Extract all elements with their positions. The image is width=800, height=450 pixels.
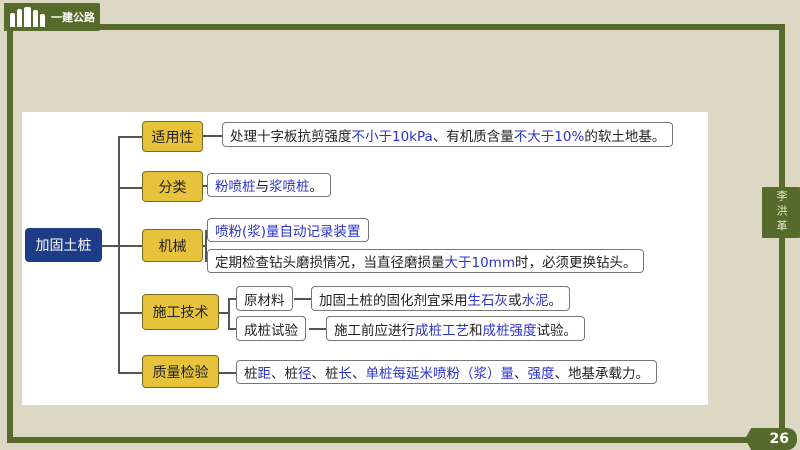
highlighted-text: 喷粉(浆)量自动记录装置 (215, 224, 361, 240)
highlighted-text: 距 (257, 366, 272, 382)
text-segment: 试验。 (536, 322, 578, 339)
frame-left (7, 30, 13, 443)
text-segment: 加固土桩的固化剂宜采用 (319, 292, 468, 309)
text-segment: 的软土地基。 (584, 128, 666, 145)
sub-pile-test: 成桩试验 (236, 316, 306, 341)
leaf-applicability: 处理十字板抗剪强度 不小于10kPa 、有机质含量 不大于10% 的软土地基。 (222, 122, 674, 147)
text-segment: 时，必须更换钻头。 (514, 255, 637, 271)
highlighted-text: 强度 (527, 366, 555, 382)
text-segment: 、桩 (271, 366, 298, 382)
branch-applicability: 适用性 (142, 121, 203, 152)
highlighted-text: 成桩工艺 (415, 322, 469, 339)
highlighted-text: 不小于10kPa (351, 128, 433, 145)
text-segment: 定期检查钻头磨损情况，当直径磨损量 (215, 255, 445, 271)
page-number: 26 (745, 428, 797, 450)
text-segment: 处理十字板抗剪强度 (230, 128, 352, 145)
text-segment: 。 (309, 179, 324, 195)
root-node: 加固土桩 (25, 228, 102, 262)
highlighted-text: 浆喷桩 (269, 179, 310, 195)
text-segment: 桩 (244, 366, 258, 382)
highlighted-text: 成桩强度 (482, 322, 537, 339)
branch-quality-inspection: 质量检验 (142, 355, 219, 388)
text-segment: 、有机质含量 (432, 128, 514, 145)
leaf-pile-test: 施工前应进行 成桩工艺和成桩强度 试验。 (326, 316, 585, 341)
highlighted-text: 粉喷桩 (215, 179, 256, 195)
text-segment: 、 (352, 366, 366, 382)
text-segment: 和 (469, 322, 483, 339)
text-segment: 与 (255, 179, 270, 195)
frame-top (100, 24, 784, 30)
leaf-quality-inspection: 桩距、桩径、桩长、单桩每延米喷粉（浆）量、强度 、地基承载力。 (236, 360, 657, 384)
text-segment: 或 (508, 292, 522, 309)
text-segment: 。 (548, 292, 563, 309)
text-segment: 、桩 (311, 366, 339, 382)
sub-raw-material: 原材料 (236, 286, 293, 311)
highlighted-text: 生石灰 (467, 292, 509, 309)
highlighted-text: 单桩每延米喷粉（浆）量 (365, 366, 515, 382)
header-tag: 一建公路 (4, 3, 100, 31)
leaf-machinery-recorder: 喷粉(浆)量自动记录装置 (207, 218, 369, 242)
branch-classification: 分类 (142, 171, 203, 202)
branch-construction: 施工技术 (142, 294, 219, 330)
text-segment: 、 (514, 366, 528, 382)
highlighted-text: 长 (338, 366, 353, 382)
text-segment: 、地基承载力。 (554, 366, 650, 382)
leaf-raw-material: 加固土桩的固化剂宜采用 生石灰或水泥。 (311, 286, 570, 311)
highlighted-text: 水泥 (521, 292, 549, 309)
text-segment: 施工前应进行 (334, 322, 415, 339)
highlighted-text: 大于10mm (444, 255, 515, 271)
people-icon (10, 7, 45, 27)
leaf-machinery-drill: 定期检查钻头磨损情况，当直径磨损量 大于10mm 时，必须更换钻头。 (207, 249, 645, 273)
frame-bottom (7, 437, 752, 443)
highlighted-text: 径 (298, 366, 312, 382)
header-tag-label: 一建公路 (51, 11, 95, 24)
author-tag: 李洪革 (762, 187, 800, 238)
highlighted-text: 不大于10% (513, 128, 585, 145)
mindmap-panel: 加固土桩 适用性 分类 机械 施工技术 质量检验 处理十字板抗剪强度 不小于10k… (22, 112, 708, 405)
leaf-classification: 粉喷桩与浆喷桩。 (207, 173, 331, 197)
branch-machinery: 机械 (142, 229, 203, 262)
